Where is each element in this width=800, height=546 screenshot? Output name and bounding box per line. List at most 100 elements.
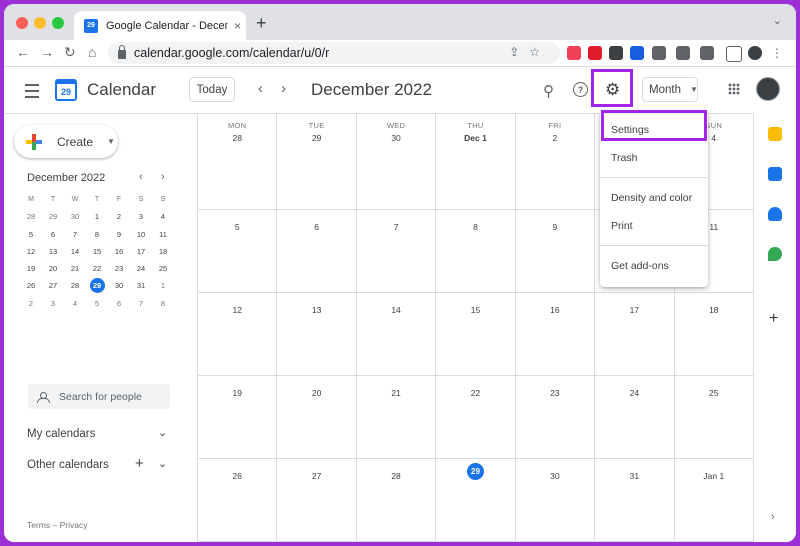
menu-item-density-and-color[interactable]: Density and color xyxy=(600,184,708,212)
day-cell[interactable]: 8 xyxy=(435,210,515,293)
day-cell[interactable]: 20 xyxy=(276,376,356,459)
day-cell[interactable]: 26 xyxy=(197,459,277,542)
mini-calendar-day[interactable]: 12 xyxy=(20,243,42,260)
day-number[interactable]: 20 xyxy=(277,388,355,398)
day-number[interactable]: 5 xyxy=(198,222,276,232)
mini-calendar-day[interactable]: 28 xyxy=(20,208,42,225)
day-cell[interactable]: THU Dec 1 xyxy=(435,113,515,210)
mini-calendar-day[interactable]: 4 xyxy=(64,295,86,312)
day-cell[interactable]: 23 xyxy=(514,376,595,459)
mini-calendar-day[interactable]: 6 xyxy=(108,295,130,312)
mini-calendar-day[interactable]: 31 xyxy=(130,277,152,294)
day-cell[interactable]: 19 xyxy=(197,376,277,459)
mini-calendar-day[interactable]: 8 xyxy=(86,226,108,243)
mini-calendar-day[interactable]: 1 xyxy=(152,277,174,294)
today-button[interactable]: Today xyxy=(189,77,235,102)
share-bookmark-icons[interactable]: ⇪☆ xyxy=(509,45,550,59)
zoom-window-button[interactable] xyxy=(52,17,64,29)
mini-calendar-day[interactable]: 27 xyxy=(42,277,64,294)
get-addons-plus-icon[interactable]: + xyxy=(769,310,778,328)
my-calendars-heading[interactable]: My calendars xyxy=(27,428,95,440)
mini-calendar-day[interactable]: 14 xyxy=(64,243,86,260)
day-number[interactable]: 14 xyxy=(357,305,435,315)
tab-search-chevron-icon[interactable]: ⌄ xyxy=(773,14,782,27)
day-cell[interactable]: 16 xyxy=(514,293,595,376)
day-cell[interactable]: 21 xyxy=(355,376,436,459)
day-cell[interactable]: 15 xyxy=(435,293,515,376)
mini-calendar-prev-button[interactable]: ‹ xyxy=(139,171,143,183)
day-cell[interactable]: MON 28 xyxy=(197,113,277,210)
google-apps-icon[interactable] xyxy=(728,83,740,95)
selected-day[interactable]: 29 xyxy=(89,278,105,294)
mini-calendar-day[interactable]: 17 xyxy=(130,243,152,260)
puzzle-icon[interactable] xyxy=(700,46,714,60)
day-number[interactable]: 6 xyxy=(277,222,355,232)
day-number[interactable]: 17 xyxy=(595,305,673,315)
url-text[interactable]: calendar.google.com/calendar/u/0/r xyxy=(134,46,329,60)
mini-calendar-day[interactable]: 3 xyxy=(130,208,152,225)
mini-calendar-day[interactable]: 7 xyxy=(130,295,152,312)
mini-calendar-day[interactable]: 30 xyxy=(108,277,130,294)
mini-calendar-day[interactable]: 6 xyxy=(42,226,64,243)
forward-button[interactable]: → xyxy=(40,44,54,60)
tab-close-icon[interactable]: × xyxy=(234,19,241,33)
mini-calendar-day[interactable]: 26 xyxy=(20,277,42,294)
previous-period-button[interactable]: ‹ xyxy=(258,80,263,97)
mini-calendar-day[interactable]: 25 xyxy=(152,260,174,277)
day-cell[interactable]: 13 xyxy=(276,293,356,376)
mini-calendar-day[interactable]: 20 xyxy=(42,260,64,277)
day-number[interactable]: 9 xyxy=(516,222,594,232)
day-cell[interactable]: 17 xyxy=(594,293,674,376)
mini-calendar-day[interactable]: 15 xyxy=(86,243,108,260)
notes-icon[interactable] xyxy=(652,46,666,60)
day-cell[interactable]: 29 xyxy=(435,459,515,542)
account-avatar[interactable] xyxy=(756,77,780,101)
day-cell[interactable]: FRI 2 xyxy=(514,113,595,210)
day-number[interactable]: 7 xyxy=(357,222,435,232)
mini-calendar-day[interactable]: 22 xyxy=(86,260,108,277)
day-number[interactable]: 22 xyxy=(436,388,514,398)
today-marker[interactable]: 29 xyxy=(466,463,484,480)
day-number[interactable]: Jan 1 xyxy=(675,471,753,481)
mini-calendar-day[interactable]: 29 xyxy=(42,208,64,225)
mini-calendar-day[interactable]: 10 xyxy=(130,226,152,243)
day-number[interactable]: 23 xyxy=(516,388,594,398)
other-calendars-heading[interactable]: Other calendars xyxy=(27,459,109,471)
day-cell[interactable]: 6 xyxy=(276,210,356,293)
create-caret-icon[interactable]: ▼ xyxy=(107,137,115,146)
search-people-input[interactable]: Search for people xyxy=(28,384,170,409)
menu-item-get-add-ons[interactable]: Get add-ons xyxy=(600,252,708,280)
day-cell[interactable]: 28 xyxy=(355,459,436,542)
address-bar[interactable]: calendar.google.com/calendar/u/0/r ⇪☆ xyxy=(108,42,560,64)
mini-calendar-day[interactable]: 24 xyxy=(130,260,152,277)
tasks-icon[interactable] xyxy=(768,167,782,181)
day-number[interactable]: 24 xyxy=(595,388,673,398)
day-number[interactable]: 15 xyxy=(436,305,514,315)
day-number[interactable]: 19 xyxy=(198,388,276,398)
bitwarden-icon[interactable] xyxy=(630,46,644,60)
other-calendars-chevron-icon[interactable]: ⌄ xyxy=(158,457,167,470)
opera-icon[interactable] xyxy=(588,46,602,60)
day-number[interactable]: 26 xyxy=(198,471,276,481)
mini-calendar-day[interactable]: 23 xyxy=(108,260,130,277)
mini-calendar-day[interactable]: 19 xyxy=(20,260,42,277)
search-icon[interactable]: ⚲ xyxy=(543,82,554,100)
next-period-button[interactable]: › xyxy=(281,80,286,97)
day-cell[interactable]: 30 xyxy=(514,459,595,542)
my-calendars-chevron-icon[interactable]: ⌄ xyxy=(158,426,167,439)
day-number[interactable]: 28 xyxy=(357,471,435,481)
day-cell[interactable]: 22 xyxy=(435,376,515,459)
mini-calendar-day[interactable]: 18 xyxy=(152,243,174,260)
menu-item-trash[interactable]: Trash xyxy=(600,144,708,172)
back-button[interactable]: ← xyxy=(16,44,30,60)
terms-privacy-link[interactable]: Terms – Privacy xyxy=(27,520,87,530)
new-tab-button[interactable]: + xyxy=(256,13,267,34)
day-cell[interactable]: Jan 1 xyxy=(673,459,753,542)
mini-calendar-day[interactable]: 3 xyxy=(42,295,64,312)
day-cell[interactable]: 5 xyxy=(197,210,277,293)
mini-calendar-day[interactable]: 9 xyxy=(108,226,130,243)
home-button[interactable]: ⌂ xyxy=(88,44,96,60)
day-cell[interactable]: 7 xyxy=(355,210,436,293)
day-cell[interactable]: TUE 29 xyxy=(276,113,356,210)
list-icon[interactable] xyxy=(676,46,690,60)
